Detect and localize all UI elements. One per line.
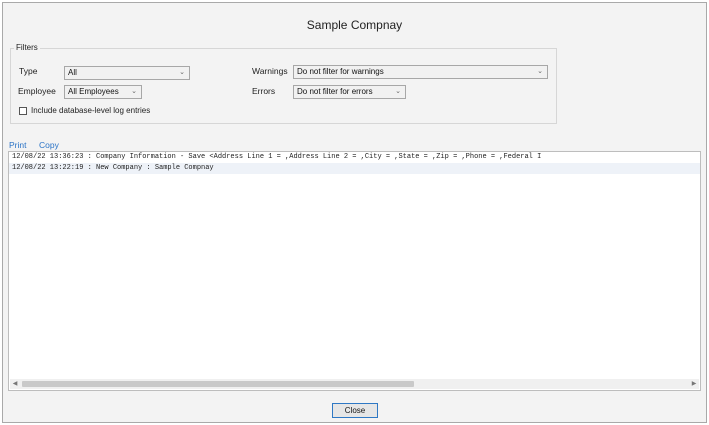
type-select-value: All — [68, 68, 77, 77]
log-entry[interactable]: 12/08/22 13:36:23 : Company Information … — [9, 152, 700, 163]
chevron-down-icon: ⌄ — [179, 69, 185, 76]
scroll-right-icon[interactable]: ▶ — [689, 379, 699, 389]
employee-select-value: All Employees — [68, 87, 119, 96]
horizontal-scrollbar[interactable]: ◀ ▶ — [10, 379, 699, 389]
scroll-left-icon[interactable]: ◀ — [10, 379, 20, 389]
log-entry[interactable]: 12/08/22 13:22:19 : New Company : Sample… — [9, 163, 700, 174]
errors-select[interactable]: Do not filter for errors ⌄ — [293, 85, 406, 99]
type-label: Type — [19, 66, 38, 76]
include-db-label: Include database-level log entries — [31, 106, 151, 115]
include-db-row[interactable]: Include database-level log entries — [19, 106, 150, 115]
include-db-checkbox[interactable] — [19, 106, 27, 115]
chevron-down-icon: ⌄ — [131, 88, 137, 95]
scrollbar-thumb[interactable] — [22, 381, 414, 387]
warnings-label: Warnings — [252, 66, 288, 76]
log-list[interactable]: 12/08/22 13:36:23 : Company Information … — [8, 151, 701, 391]
close-button[interactable]: Close — [332, 403, 378, 418]
employee-select[interactable]: All Employees ⌄ — [64, 85, 142, 99]
warnings-select-value: Do not filter for warnings — [297, 67, 384, 76]
filters-legend: Filters — [14, 43, 40, 52]
employee-label: Employee — [18, 86, 56, 96]
chevron-down-icon: ⌄ — [537, 68, 543, 75]
errors-select-value: Do not filter for errors — [297, 87, 373, 96]
warnings-select[interactable]: Do not filter for warnings ⌄ — [293, 65, 548, 79]
window-title: Sample Compnay — [306, 18, 403, 32]
copy-link[interactable]: Copy — [39, 140, 59, 150]
type-select[interactable]: All ⌄ — [64, 66, 190, 80]
chevron-down-icon: ⌄ — [395, 88, 401, 95]
print-link[interactable]: Print — [9, 140, 26, 150]
errors-label: Errors — [252, 86, 276, 96]
